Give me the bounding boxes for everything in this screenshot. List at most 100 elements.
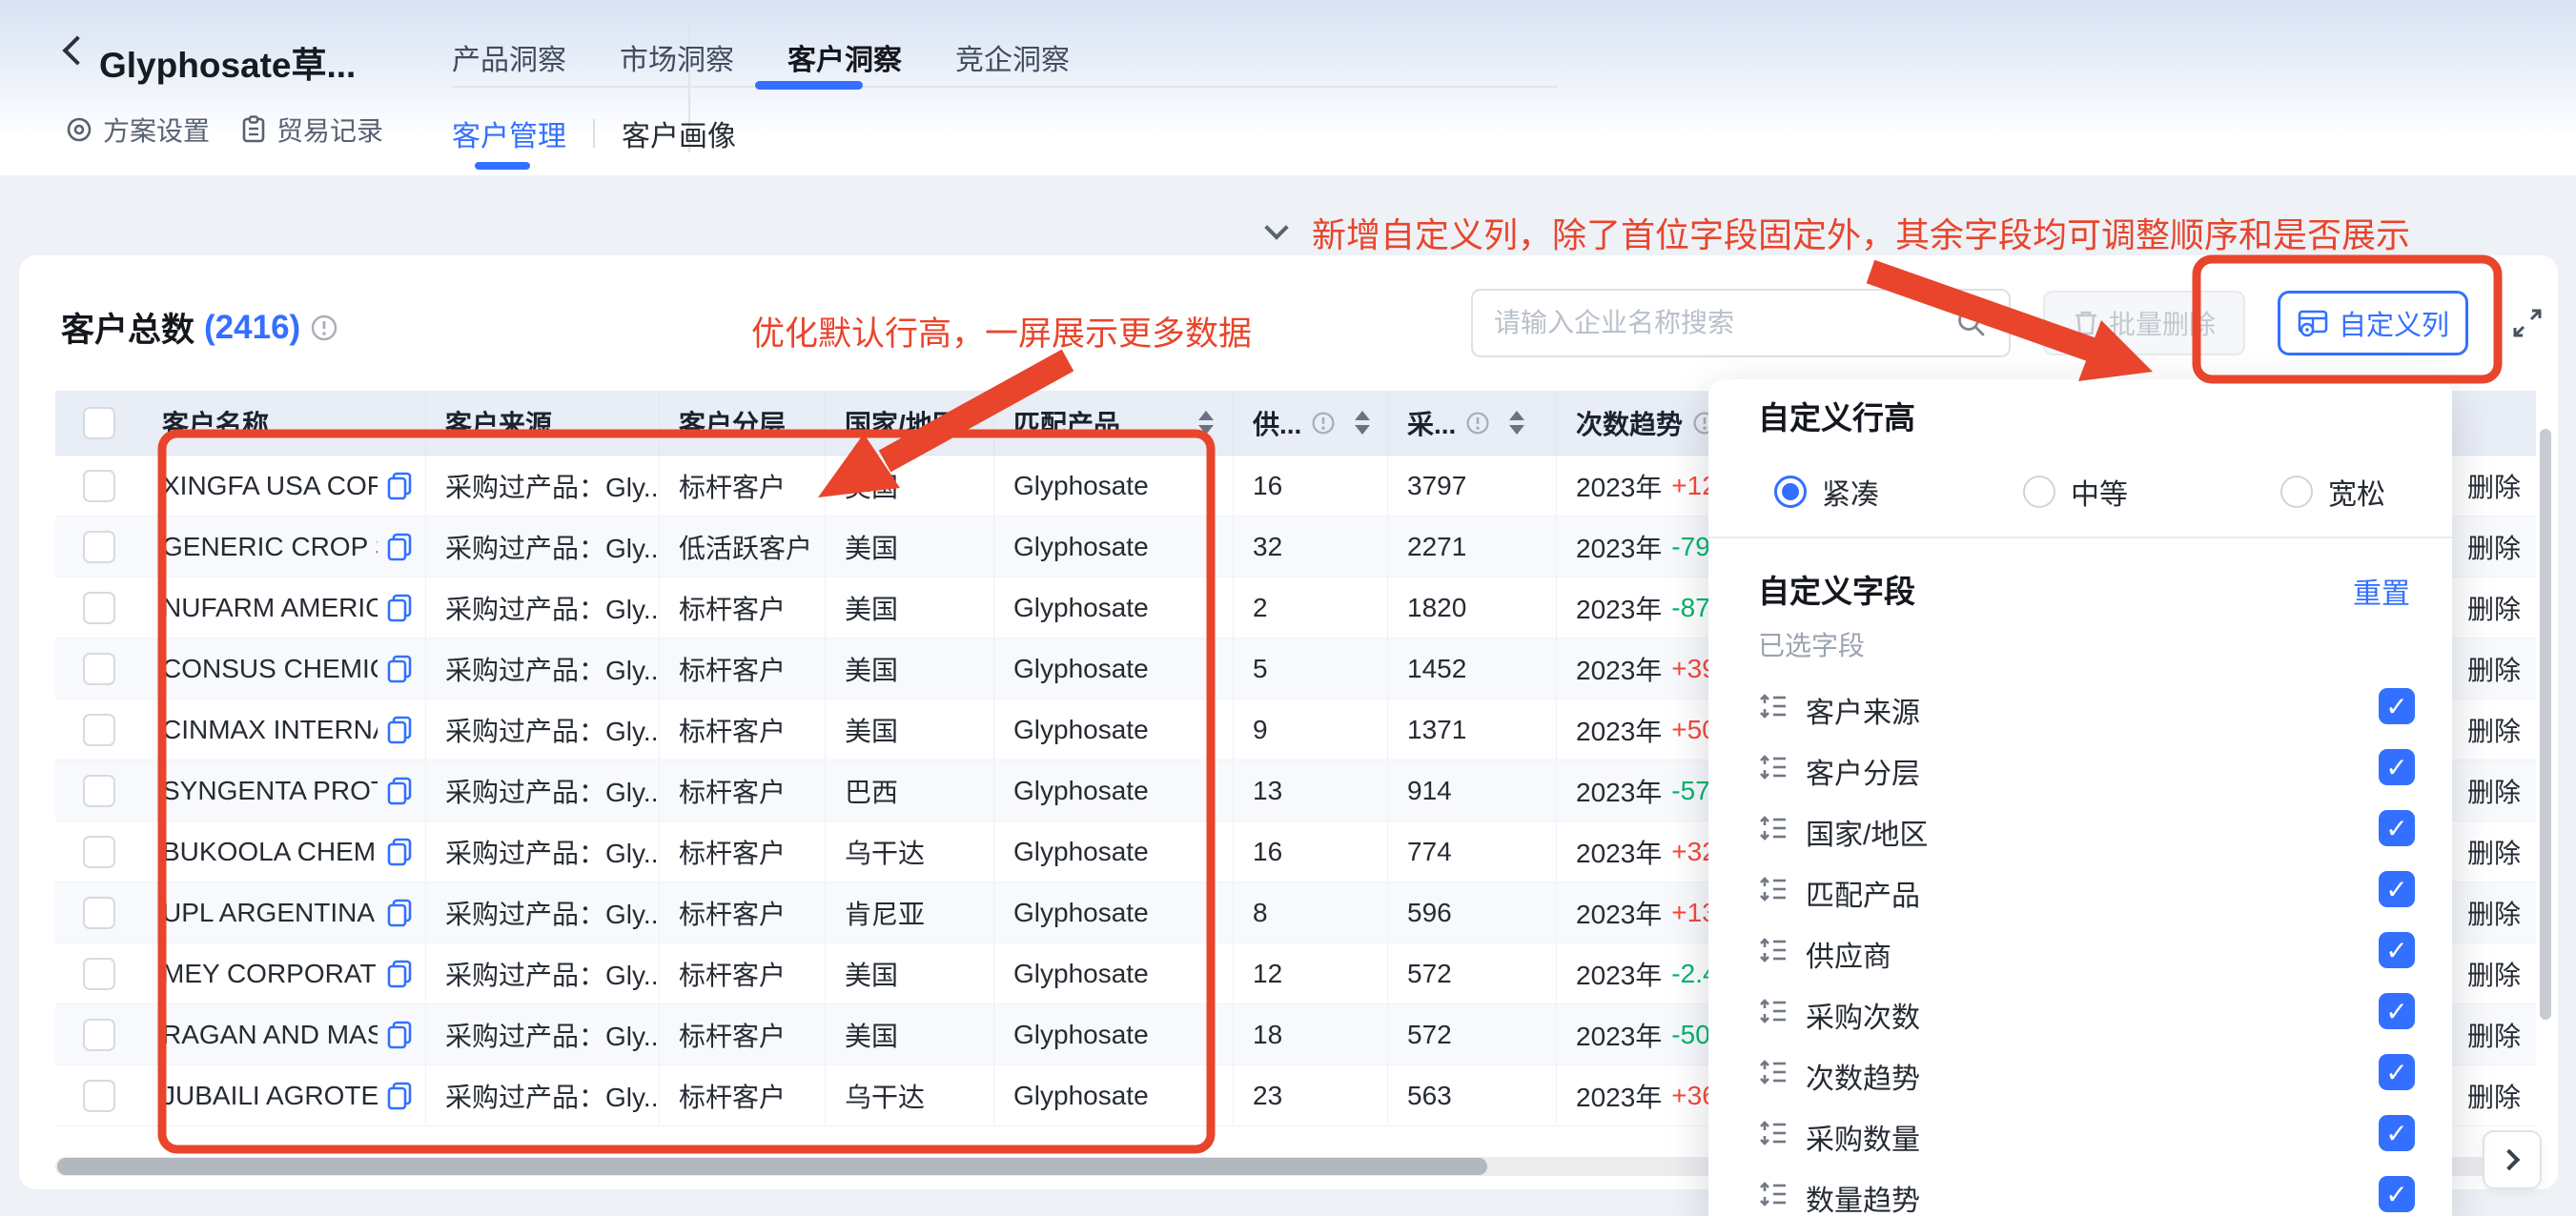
delete-row-link[interactable]: 删除: [2460, 760, 2536, 821]
supplier-count[interactable]: 12: [1234, 943, 1388, 1003]
copy-icon[interactable]: [385, 1020, 414, 1050]
col-header-purchases[interactable]: 采...: [1388, 391, 1557, 455]
col-header-name[interactable]: 客户名称: [143, 391, 426, 455]
search-icon[interactable]: [1955, 307, 1988, 339]
purchase-count[interactable]: 914: [1388, 760, 1557, 821]
custom-columns-button[interactable]: 自定义列: [2278, 291, 2468, 355]
col-header-product[interactable]: 匹配产品: [994, 391, 1234, 455]
row-checkbox[interactable]: [83, 836, 115, 868]
horizontal-scrollbar-thumb[interactable]: [57, 1158, 1487, 1175]
copy-icon[interactable]: [385, 959, 414, 989]
copy-icon[interactable]: [385, 593, 414, 623]
drag-handle-icon[interactable]: [1758, 1058, 1789, 1086]
field-item-采购次数[interactable]: 采购次数✓: [1708, 981, 2452, 1042]
col-header-region[interactable]: 国家/地区: [826, 391, 994, 455]
copy-icon[interactable]: [385, 471, 414, 501]
row-height-option-宽松[interactable]: 宽松: [2280, 471, 2385, 513]
row-checkbox[interactable]: [83, 897, 115, 929]
sort-icon[interactable]: [1355, 411, 1370, 435]
trade-records-button[interactable]: 贸易记录: [240, 111, 383, 149]
purchase-count[interactable]: 1820: [1388, 578, 1557, 638]
field-item-供应商[interactable]: 供应商✓: [1708, 920, 2452, 981]
delete-row-link[interactable]: 删除: [2460, 699, 2536, 760]
fullscreen-icon[interactable]: [2507, 303, 2547, 343]
field-item-数量趋势[interactable]: 数量趋势✓: [1708, 1164, 2452, 1216]
delete-row-link[interactable]: 删除: [2460, 882, 2536, 942]
purchase-count[interactable]: 563: [1388, 1065, 1557, 1125]
scheme-settings-button[interactable]: 方案设置: [65, 111, 210, 149]
supplier-count[interactable]: 2: [1234, 578, 1388, 638]
tab-竞企洞察[interactable]: 竞企洞察: [955, 36, 1070, 78]
supplier-count[interactable]: 13: [1234, 760, 1388, 821]
sort-icon[interactable]: [1198, 411, 1214, 435]
field-checkbox[interactable]: ✓: [2379, 993, 2415, 1029]
supplier-count[interactable]: 23: [1234, 1065, 1388, 1125]
field-checkbox[interactable]: ✓: [2379, 1054, 2415, 1090]
purchase-count[interactable]: 596: [1388, 882, 1557, 942]
field-checkbox[interactable]: ✓: [2379, 810, 2415, 846]
delete-row-link[interactable]: 删除: [2460, 578, 2536, 638]
row-checkbox[interactable]: [83, 531, 115, 563]
field-checkbox[interactable]: ✓: [2379, 871, 2415, 907]
back-icon[interactable]: [62, 35, 92, 65]
drag-handle-icon[interactable]: [1758, 997, 1789, 1025]
subtab-客户画像[interactable]: 客户画像: [622, 112, 736, 154]
copy-icon[interactable]: [385, 776, 414, 806]
supplier-count[interactable]: 32: [1234, 517, 1388, 577]
radio-icon[interactable]: [1774, 476, 1807, 508]
subtab-客户管理[interactable]: 客户管理: [452, 112, 566, 154]
supplier-count[interactable]: 8: [1234, 882, 1388, 942]
field-checkbox[interactable]: ✓: [2379, 1176, 2415, 1212]
reset-button[interactable]: 重置: [2353, 570, 2410, 612]
purchase-count[interactable]: 1452: [1388, 638, 1557, 699]
supplier-count[interactable]: 18: [1234, 1004, 1388, 1064]
batch-delete-button[interactable]: 批量删除: [2043, 291, 2245, 355]
field-checkbox[interactable]: ✓: [2379, 1115, 2415, 1151]
drag-handle-icon[interactable]: [1758, 936, 1789, 964]
radio-icon[interactable]: [2280, 476, 2313, 508]
radio-icon[interactable]: [2023, 476, 2055, 508]
row-height-option-紧凑[interactable]: 紧凑: [1774, 471, 1879, 513]
purchase-count[interactable]: 1371: [1388, 699, 1557, 760]
purchase-count[interactable]: 572: [1388, 1004, 1557, 1064]
field-item-采购数量[interactable]: 采购数量✓: [1708, 1103, 2452, 1164]
row-checkbox[interactable]: [83, 958, 115, 990]
field-item-客户来源[interactable]: 客户来源✓: [1708, 676, 2452, 737]
copy-icon[interactable]: [385, 837, 414, 867]
drag-handle-icon[interactable]: [1758, 1119, 1789, 1147]
info-icon[interactable]: [1311, 411, 1336, 436]
row-checkbox[interactable]: [83, 470, 115, 502]
field-item-匹配产品[interactable]: 匹配产品✓: [1708, 859, 2452, 920]
row-checkbox[interactable]: [83, 1080, 115, 1112]
delete-row-link[interactable]: 删除: [2460, 821, 2536, 882]
field-checkbox[interactable]: ✓: [2379, 688, 2415, 724]
row-height-option-中等[interactable]: 中等: [2023, 471, 2128, 513]
col-header-tier[interactable]: 客户分层: [660, 391, 826, 455]
field-checkbox[interactable]: ✓: [2379, 932, 2415, 968]
row-checkbox[interactable]: [83, 1019, 115, 1051]
row-checkbox[interactable]: [83, 714, 115, 746]
copy-icon[interactable]: [385, 898, 414, 928]
field-checkbox[interactable]: ✓: [2379, 749, 2415, 785]
drag-handle-icon[interactable]: [1758, 753, 1789, 781]
tab-市场洞察[interactable]: 市场洞察: [620, 36, 734, 78]
tab-产品洞察[interactable]: 产品洞察: [452, 36, 566, 78]
purchase-count[interactable]: 2271: [1388, 517, 1557, 577]
drag-handle-icon[interactable]: [1758, 692, 1789, 720]
purchase-count[interactable]: 3797: [1388, 456, 1557, 516]
copy-icon[interactable]: [385, 1081, 414, 1111]
copy-icon[interactable]: [385, 532, 414, 562]
info-icon[interactable]: [1465, 411, 1490, 436]
drag-handle-icon[interactable]: [1758, 1180, 1789, 1208]
copy-icon[interactable]: [385, 654, 414, 684]
purchase-count[interactable]: 572: [1388, 943, 1557, 1003]
delete-row-link[interactable]: 删除: [2460, 943, 2536, 1003]
row-checkbox[interactable]: [83, 775, 115, 807]
info-icon[interactable]: [310, 314, 338, 342]
tab-客户洞察[interactable]: 客户洞察: [787, 36, 902, 78]
delete-row-link[interactable]: 删除: [2460, 638, 2536, 699]
next-page-button[interactable]: [2483, 1130, 2542, 1189]
chevron-down-icon[interactable]: [1264, 215, 1288, 239]
delete-row-link[interactable]: 删除: [2460, 456, 2536, 516]
select-all-checkbox[interactable]: [83, 407, 115, 439]
